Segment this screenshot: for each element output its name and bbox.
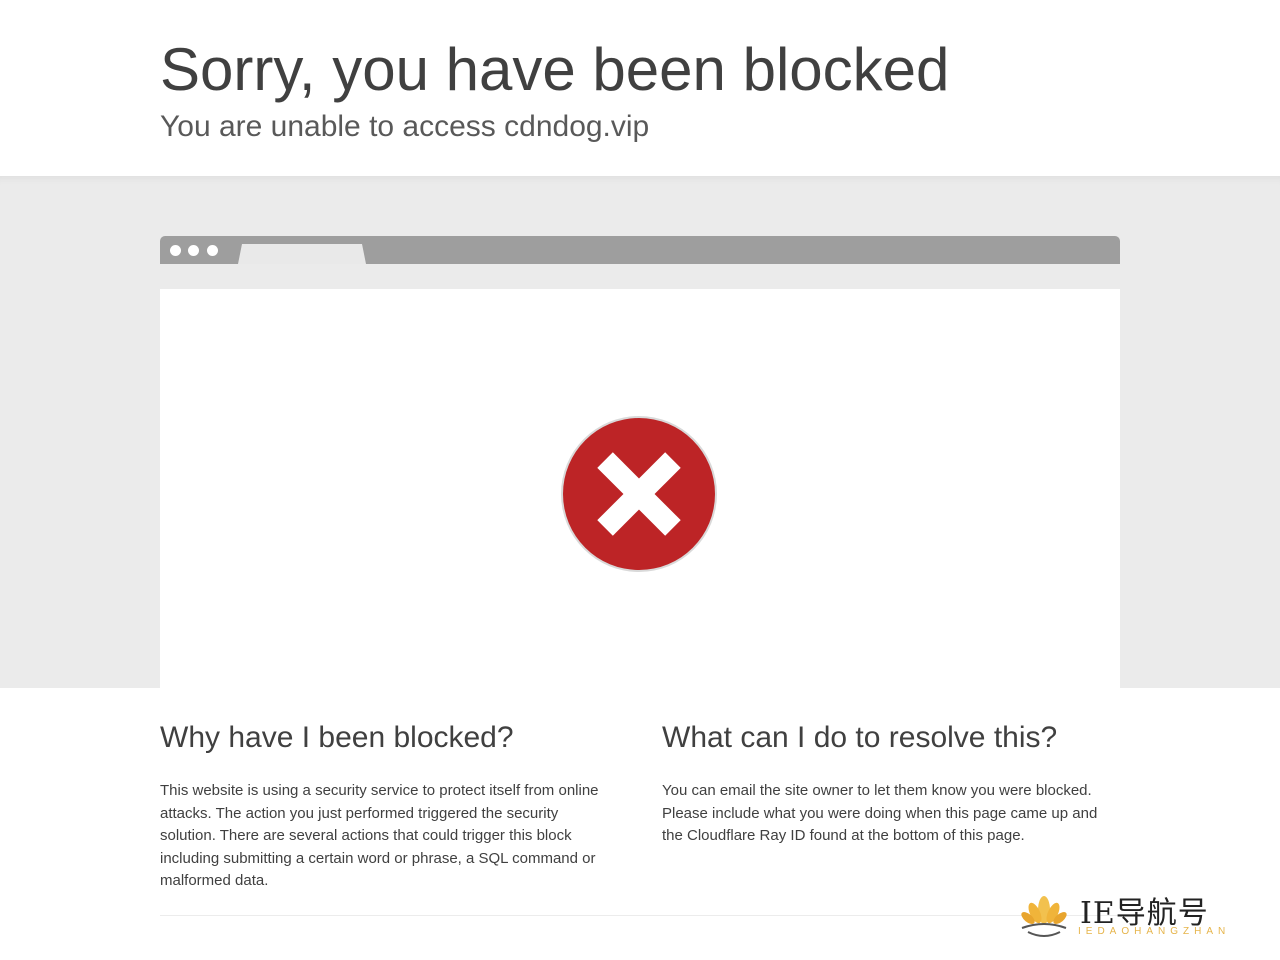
why-blocked-section: Why have I been blocked? This website is… [160, 718, 612, 893]
watermark-subtext: IEDAOHANGZHAN [1078, 926, 1231, 937]
browser-tab [238, 244, 366, 264]
resolve-section: What can I do to resolve this? You can e… [662, 718, 1114, 848]
close-circle-icon [561, 416, 717, 572]
window-dot-2 [188, 245, 199, 256]
why-blocked-heading: Why have I been blocked? [160, 721, 514, 754]
page-header: Sorry, you have been blocked You are una… [0, 0, 1280, 176]
window-dot-3 [207, 245, 218, 256]
page-subtitle: You are unable to access cdndog.vip [160, 110, 650, 143]
window-dot-1 [170, 245, 181, 256]
page-title: Sorry, you have been blocked [160, 36, 950, 103]
footer-divider [160, 915, 1120, 916]
lotus-icon [1021, 896, 1067, 937]
why-blocked-text: This website is using a security service… [160, 782, 599, 889]
resolve-heading: What can I do to resolve this? [662, 721, 1058, 754]
resolve-text: You can email the site owner to let them… [662, 782, 1098, 844]
